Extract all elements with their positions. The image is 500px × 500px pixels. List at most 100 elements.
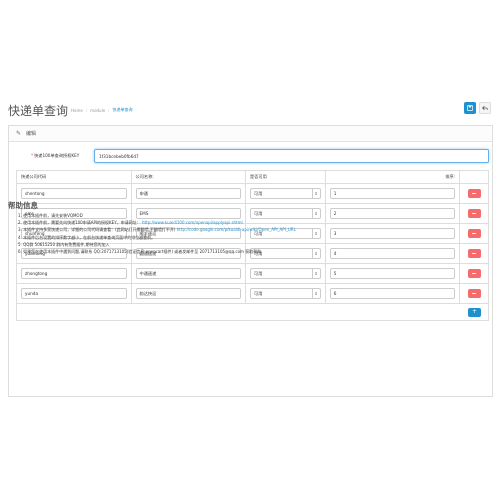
status-value: 可用 (254, 190, 263, 196)
remove-row-button[interactable] (467, 209, 481, 218)
cell-sort: 4 (326, 244, 461, 263)
status-select[interactable]: 可用 ⇕ (250, 268, 321, 279)
sort-input[interactable]: 1 (329, 188, 456, 199)
cell-name: 申通 (132, 184, 247, 203)
cell-action (460, 184, 488, 203)
help-text: 1. 使用本插件前，请先安装VQMOD (18, 213, 83, 218)
cell-action (460, 264, 488, 283)
name-input[interactable]: 申通 (135, 188, 242, 199)
cell-sort: 1 (326, 184, 461, 203)
table-footer: + (17, 304, 488, 320)
help-item: 5. QQ群 50615250 群内有免费插件,期待您的加入 (18, 241, 296, 248)
sort-input[interactable]: 4 (329, 248, 456, 259)
code-input[interactable]: zhongtong (21, 268, 127, 279)
code-input[interactable]: shentong (21, 188, 127, 199)
help-item: 1. 使用本插件前，请先安装VQMOD (18, 212, 296, 219)
api-key-input[interactable]: 1f31bcebeb0fb6d7 (94, 149, 489, 163)
chevron-down-icon: ⇕ (312, 209, 318, 218)
col-code: 快递公司代码 (17, 171, 132, 183)
chevron-down-icon: ⇕ (312, 249, 318, 258)
sort-input[interactable]: 6 (329, 288, 456, 299)
cell-sort: 2 (326, 204, 461, 223)
breadcrumb: Home / module / 快递单查询 (71, 107, 133, 113)
breadcrumb-separator: / (85, 107, 88, 113)
breadcrumb-current[interactable]: 快递单查询 (113, 107, 133, 113)
table-row: shentong 申通 可用 ⇕ 1 (17, 184, 488, 204)
help-item: 3. 本插件支持多家快递公司，详细的公司代码请查看：(此网站打开需翻墙,不翻墙打… (18, 226, 296, 233)
remove-row-button[interactable] (467, 269, 481, 278)
cell-sort: 3 (326, 224, 461, 243)
key-label: *快递100单查询授权KEY (31, 153, 79, 159)
save-icon (467, 105, 473, 111)
back-button[interactable] (479, 102, 491, 114)
name-input[interactable]: 韵达快运 (135, 288, 242, 299)
chevron-down-icon: ⇕ (312, 269, 318, 278)
edit-panel: ✎ 编辑 *快递100单查询授权KEY 1f31bcebeb0fb6d7 快递公… (8, 125, 493, 397)
breadcrumb-home[interactable]: Home (71, 108, 83, 113)
col-name: 公司名称: (132, 171, 246, 183)
table-header: 快递公司代码 公司名称: 是否可用 排序: (17, 171, 488, 184)
help-link[interactable]: http://code.google.com/p/kuaidi-api/wiki… (177, 227, 296, 232)
pencil-icon: ✎ (16, 130, 22, 137)
cell-code: yunda (17, 284, 132, 303)
cell-action (460, 244, 488, 263)
cell-code: zhongtong (17, 264, 132, 283)
help-item: 2. 使用本插件前，需要先向快递100申请API的授权KEY，申请网址： htt… (18, 219, 296, 226)
code-input[interactable]: yunda (21, 288, 127, 299)
help-link[interactable]: http://www.kuaidi100.com/openapi/applyap… (142, 220, 243, 225)
help-text: 4. 本插件后台设置的排序数字越小，在前台快递单查询页面中的排位越靠前。 (18, 234, 156, 240)
col-status: 是否可用 (246, 171, 326, 183)
cell-status: 可用 ⇕ (246, 264, 326, 283)
help-item: 4. 本插件后台设置的排序数字越小，在前台快递单查询页面中的排位越靠前。 (18, 234, 296, 241)
cell-name: 韵达快运 (132, 284, 247, 303)
help-text: 2. 使用本插件前，需要先向快递100申请API的授权KEY，申请网址： (18, 220, 141, 226)
minus-icon (472, 292, 477, 295)
save-button[interactable] (464, 102, 476, 114)
sort-input[interactable]: 5 (329, 268, 456, 279)
reply-icon (482, 105, 488, 111)
chevron-down-icon: ⇕ (312, 229, 318, 238)
cell-sort: 5 (326, 264, 461, 283)
status-select[interactable]: 可用 ⇕ (250, 188, 321, 199)
cell-action (460, 204, 488, 223)
table-row: zhongtong 中通速递 可用 ⇕ 5 (17, 264, 488, 284)
add-row-button[interactable]: + (468, 307, 481, 317)
help-title: 帮助信息 (8, 201, 38, 210)
cell-action (460, 224, 488, 243)
breadcrumb-module[interactable]: module (90, 108, 105, 113)
sort-input[interactable]: 2 (329, 208, 456, 219)
page-title: 快递单查询 (8, 104, 69, 118)
remove-row-button[interactable] (467, 229, 481, 238)
status-select[interactable]: 可用 ⇕ (250, 288, 321, 299)
help-text: 3. 本插件支持多家快递公司，详细的公司代码请查看：(此网站打开需翻墙,不翻墙打… (18, 227, 176, 233)
remove-row-button[interactable] (467, 289, 481, 298)
remove-row-button[interactable] (467, 249, 481, 258)
required-marker: * (31, 153, 34, 158)
minus-icon (472, 192, 477, 195)
col-action (460, 171, 488, 183)
chevron-down-icon: ⇕ (312, 189, 318, 198)
remove-row-button[interactable] (467, 189, 481, 198)
sort-input[interactable]: 3 (329, 228, 456, 239)
key-row: *快递100单查询授权KEY 1f31bcebeb0fb6d7 (9, 149, 492, 163)
key-label-text: 快递100单查询授权KEY (34, 153, 80, 158)
minus-icon (472, 252, 477, 255)
cell-status: 可用 ⇕ (246, 184, 326, 203)
cell-action (460, 284, 488, 303)
chevron-down-icon: ⇕ (312, 289, 318, 298)
table-row: yunda 韵达快运 可用 ⇕ 6 (17, 284, 488, 304)
panel-heading-label: 编辑 (26, 131, 37, 137)
cell-sort: 6 (326, 284, 461, 303)
help-text: 5. QQ群 50615250 群内有免费插件,期待您的加入 (18, 241, 110, 247)
plus-icon: + (471, 308, 478, 315)
cell-name: 中通速递 (132, 264, 247, 283)
status-value: 可用 (254, 290, 263, 296)
help-item: 6. 如果您在使用本插件中遇到问题,请联系 QQ:2071713105(验证信息… (18, 248, 296, 255)
panel-heading: ✎ 编辑 (9, 126, 492, 142)
help-list: 1. 使用本插件前，请先安装VQMOD 2. 使用本插件前，需要先向快递100申请… (18, 212, 296, 255)
minus-icon (472, 232, 477, 235)
cell-status: 可用 ⇕ (246, 284, 326, 303)
status-value: 可用 (254, 270, 263, 276)
name-input[interactable]: 中通速递 (135, 268, 242, 279)
help-text: 6. 如果您在使用本插件中遇到问题,请联系 QQ:2071713105(验证信息… (18, 249, 262, 255)
